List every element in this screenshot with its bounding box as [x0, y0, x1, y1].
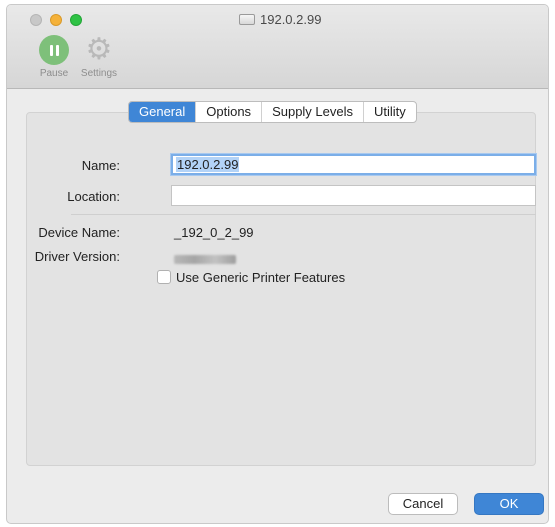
printer-icon: [239, 14, 255, 25]
driver-version-label: Driver Version:: [34, 249, 120, 264]
settings-button[interactable]: ⚙ Settings: [74, 33, 124, 80]
tab-supply-levels[interactable]: Supply Levels: [262, 102, 365, 122]
window-title: 192.0.2.99: [239, 12, 321, 27]
device-name-label: Device Name:: [38, 225, 120, 240]
gear-icon: ⚙: [85, 33, 113, 66]
tab-general[interactable]: General: [129, 102, 197, 122]
location-label: Location:: [67, 189, 120, 204]
pause-button[interactable]: Pause: [29, 35, 79, 79]
close-window-button[interactable]: [30, 14, 42, 26]
tab-utility[interactable]: Utility: [364, 102, 416, 122]
cancel-button[interactable]: Cancel: [388, 493, 458, 515]
divider: [71, 214, 536, 215]
pause-label: Pause: [39, 68, 69, 79]
tab-options[interactable]: Options: [196, 102, 263, 122]
location-field[interactable]: [171, 185, 536, 206]
general-panel: Name: 192.0.2.99 Location: Device Name: …: [26, 112, 536, 466]
window-title-text: 192.0.2.99: [260, 12, 322, 27]
generic-features-label[interactable]: Use Generic Printer Features: [176, 270, 345, 285]
printer-window: 192.0.2.99 Pause ⚙ Settings Name: 192.0.…: [6, 4, 549, 524]
minimize-window-button[interactable]: [50, 14, 62, 26]
title-bar: 192.0.2.99 Pause ⚙ Settings: [7, 5, 548, 89]
name-field[interactable]: 192.0.2.99: [171, 154, 536, 175]
redacted-version: [174, 255, 236, 264]
pause-icon: [39, 35, 69, 65]
ok-button[interactable]: OK: [474, 493, 544, 515]
tab-bar: General Options Supply Levels Utility: [128, 101, 417, 123]
driver-version-value: [174, 252, 236, 267]
generic-features-checkbox[interactable]: [157, 270, 171, 284]
zoom-window-button[interactable]: [70, 14, 82, 26]
name-field-value: 192.0.2.99: [176, 157, 240, 172]
name-label: Name:: [81, 158, 120, 173]
settings-label: Settings: [80, 68, 118, 79]
device-name-value: _192_0_2_99: [174, 225, 254, 240]
